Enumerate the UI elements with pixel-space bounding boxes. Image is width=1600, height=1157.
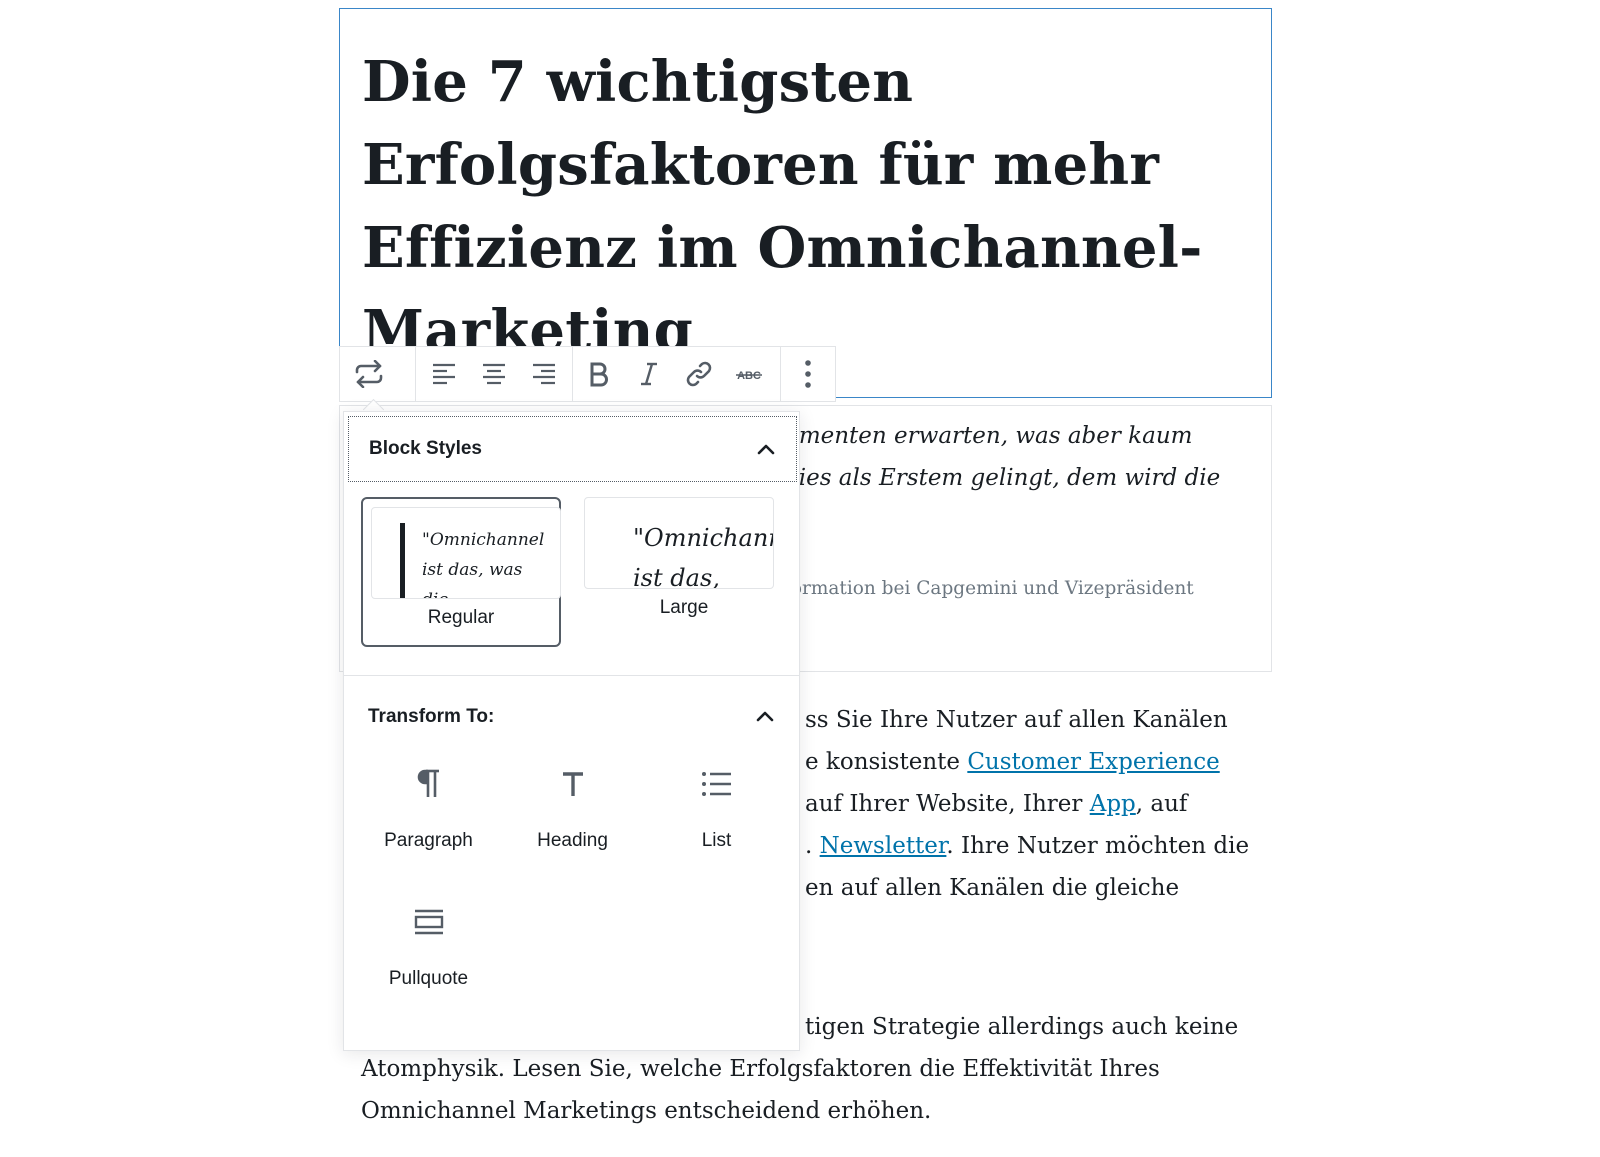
newsletter-link[interactable]: Newsletter — [820, 833, 947, 859]
panel-divider — [344, 675, 799, 676]
transform-label: Paragraph — [384, 830, 473, 851]
transform-to-pullquote[interactable]: Pullquote — [356, 902, 501, 1012]
quote-bar — [400, 523, 405, 598]
post-title[interactable]: Die 7 wichtigsten Erfolgsfaktoren für me… — [362, 41, 1242, 373]
block-toolbar: ABC — [339, 346, 836, 402]
block-styles-title: Block Styles — [369, 438, 482, 459]
bold-icon — [590, 362, 608, 387]
align-right-button[interactable] — [519, 347, 569, 401]
link-button[interactable] — [674, 347, 724, 401]
align-left-icon — [433, 363, 455, 385]
block-style-label: Large — [659, 597, 709, 618]
transform-label: Heading — [537, 830, 608, 851]
post-title-block[interactable]: Die 7 wichtigsten Erfolgsfaktoren für me… — [339, 8, 1272, 398]
block-switcher-popover: Block Styles "Omnichannel ist das, was d… — [343, 411, 800, 1051]
paragraph-line: Atomphysik. Lesen Sie, welche Erfolgsfak… — [361, 1056, 1160, 1082]
transform-label: List — [701, 830, 732, 851]
paragraph-line: e konsistente Customer Experience — [805, 746, 1220, 778]
transform-title: Transform To: — [368, 706, 495, 727]
align-left-button[interactable] — [419, 347, 469, 401]
chevron-up-icon — [757, 444, 775, 455]
block-style-preview: "Omnichannel ist das, was die — [371, 507, 561, 599]
app-link[interactable]: App — [1090, 791, 1136, 817]
preview-text: "Omnichannel ist das, — [633, 524, 773, 589]
paragraph-line: ss Sie Ihre Nutzer auf allen Kanälen — [805, 707, 1228, 733]
paragraph-text: , auf — [1135, 791, 1188, 817]
paragraph-line: Omnichannel Marketings entscheidend erhö… — [361, 1098, 932, 1124]
paragraph-text: . Ihre Nutzer möchten die — [946, 833, 1250, 859]
italic-button[interactable] — [624, 347, 674, 401]
svg-text:ABC: ABC — [737, 370, 761, 382]
quote-citation: formation bei Capgemini und Vizepräsiden… — [784, 578, 1194, 599]
paragraph-text: auf Ihrer Website, Ihrer — [805, 791, 1090, 817]
align-right-icon — [533, 363, 555, 385]
pullquote-icon — [409, 902, 449, 942]
bold-button[interactable] — [574, 347, 624, 401]
italic-icon — [641, 362, 657, 386]
chevron-up-icon — [756, 711, 774, 722]
paragraph-line: . Newsletter. Ihre Nutzer möchten die — [805, 830, 1249, 862]
transform-icon — [355, 360, 383, 388]
block-style-preview: "Omnichannel ist das, — [584, 497, 774, 589]
transform-button[interactable] — [344, 347, 394, 401]
heading-icon — [553, 764, 593, 804]
block-style-label: Regular — [427, 607, 495, 628]
strikethrough-icon: ABC — [736, 370, 762, 382]
paragraph-line: tigen Strategie allerdings auch keine — [805, 1014, 1239, 1040]
paragraph-text: e konsistente — [805, 749, 968, 775]
customer-experience-link[interactable]: Customer Experience — [967, 749, 1219, 775]
paragraph-text: . — [805, 833, 820, 859]
block-style-regular[interactable]: "Omnichannel ist das, was die Regular — [361, 497, 561, 647]
align-center-button[interactable] — [469, 347, 519, 401]
paragraph-icon — [409, 764, 449, 804]
quote-text-line: umenten erwarten, was aber kaum — [784, 423, 1193, 449]
transform-panel-toggle[interactable]: Transform To: — [344, 684, 799, 750]
transform-label: Pullquote — [388, 968, 469, 989]
transform-to-paragraph[interactable]: Paragraph — [356, 764, 501, 874]
more-options-button[interactable] — [783, 347, 833, 401]
align-center-icon — [483, 363, 505, 385]
strikethrough-button[interactable]: ABC — [724, 347, 774, 401]
transform-to-list[interactable]: List — [644, 764, 789, 874]
link-icon — [686, 361, 712, 387]
list-icon — [697, 764, 737, 804]
more-vertical-icon — [805, 360, 811, 388]
paragraph-line: auf Ihrer Website, Ihrer App, auf — [805, 788, 1187, 820]
block-styles-panel-toggle[interactable]: Block Styles — [348, 416, 797, 482]
preview-text: "Omnichannel ist das, was die — [422, 530, 545, 598]
transform-to-heading[interactable]: Heading — [500, 764, 645, 874]
block-style-large[interactable]: "Omnichannel ist das, Large — [584, 497, 784, 647]
paragraph-line: en auf allen Kanälen die gleiche — [805, 875, 1180, 901]
quote-text-line: dies als Erstem gelingt, dem wird die — [784, 465, 1221, 491]
